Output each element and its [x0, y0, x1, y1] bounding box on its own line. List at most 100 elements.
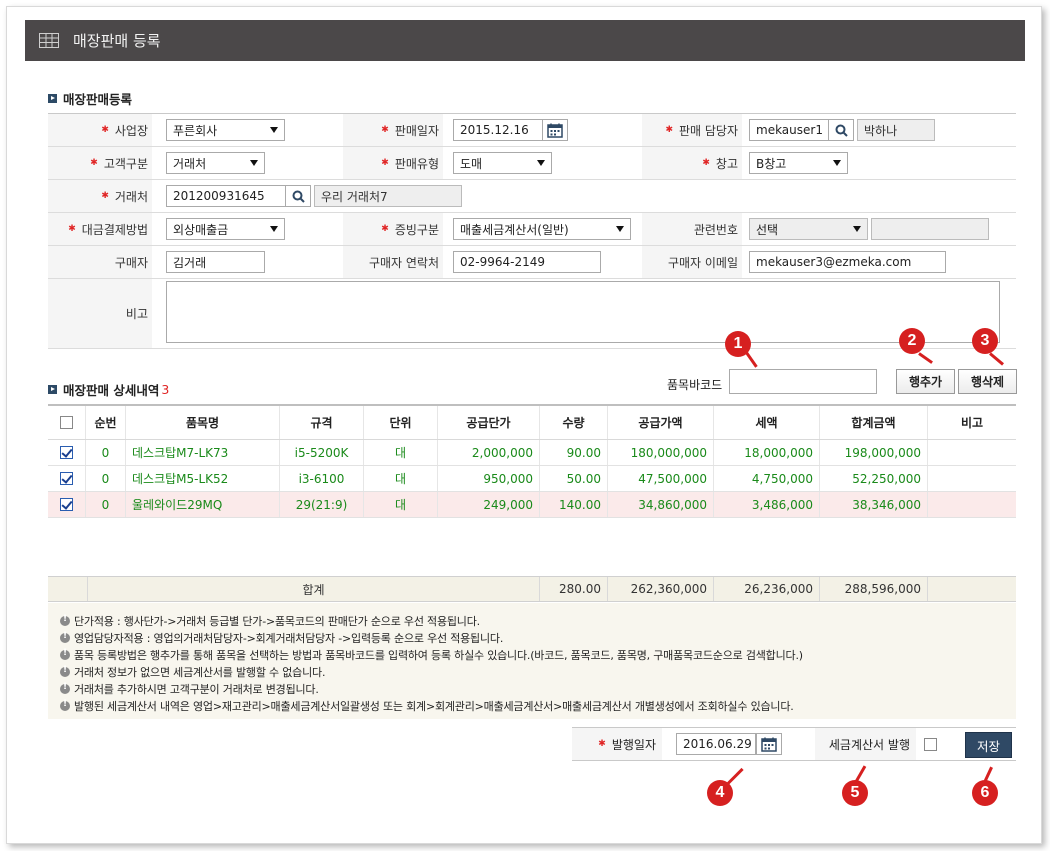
- customer-type-select[interactable]: 거래처: [166, 152, 265, 174]
- buyer-email-input[interactable]: mekauser3@ezmeka.com: [749, 251, 946, 273]
- column-header: 공급단가: [438, 406, 540, 439]
- save-button[interactable]: 저장: [965, 732, 1012, 758]
- total-amount: 38,346,000: [820, 492, 928, 517]
- chevron-down-icon: [250, 160, 258, 166]
- form-row-3: ✱ 거래처 201200931645 우리 거래처7: [48, 180, 1016, 213]
- row-memo[interactable]: [928, 492, 1016, 517]
- tax-invoice-checkbox[interactable]: [924, 738, 937, 751]
- related-value-field: [871, 218, 989, 240]
- section-title: 매장판매 상세내역: [63, 383, 160, 398]
- total-quantity: 280.00: [540, 577, 608, 601]
- table-row[interactable]: 0 데스크탑M5-LK52 i3-6100 대 950,000 50.00 47…: [48, 466, 1016, 492]
- warehouse-label: ✱ 창고: [642, 147, 742, 179]
- tax-amount: 4,750,000: [714, 466, 820, 491]
- search-icon: [292, 190, 305, 203]
- proof-select[interactable]: 매출세금계산서(일반): [453, 218, 631, 240]
- buyer-input[interactable]: 김거래: [166, 251, 265, 273]
- related-select[interactable]: 선택: [749, 218, 868, 240]
- grid-icon: [39, 33, 59, 48]
- total-amount: 52,250,000: [820, 466, 928, 491]
- sale-date-label: ✱ 판매일자: [343, 114, 443, 146]
- warehouse-select[interactable]: B창고: [749, 152, 848, 174]
- select-all-checkbox[interactable]: [60, 416, 73, 429]
- issue-bar: ✱ 발행일자 2016.06.29 세금계산서 발행: [572, 727, 1016, 761]
- client-name-field: 우리 거래처7: [314, 185, 462, 207]
- row-checkbox[interactable]: [60, 472, 73, 485]
- sale-type-select[interactable]: 도매: [453, 152, 552, 174]
- table-row[interactable]: 0 데스크탑M7-LK73 i5-5200K 대 2,000,000 90.00…: [48, 440, 1016, 466]
- form-row-4: ✱ 대금결제방법 외상매출금 ✱ 증빙구분 매출세금계산서(일반) 관련번호 선택: [48, 213, 1016, 246]
- manager-search-button[interactable]: [828, 119, 854, 141]
- note-item: 거래처를 추가하시면 고객구분이 거래처로 변경됩니다.: [60, 680, 1016, 697]
- info-icon: [60, 699, 70, 711]
- payment-label: ✱ 대금결제방법: [48, 213, 152, 245]
- grand-total: 288,596,000: [820, 577, 928, 601]
- item-unit: 대: [364, 492, 438, 517]
- callout-badge-3: 3: [972, 328, 998, 354]
- form-row-1: ✱ 사업장 푸른회사 ✱ 판매일자 2015.12.16 ✱ 판매 담당자 mekau…: [48, 114, 1016, 147]
- column-header: 순번: [86, 406, 126, 439]
- chevron-down-icon: [616, 226, 624, 232]
- row-memo[interactable]: [928, 466, 1016, 491]
- callout-badge-1: 1: [725, 331, 751, 357]
- column-header: 규격: [280, 406, 364, 439]
- note-item: 거래처 정보가 없으면 세금계산서를 발행할 수 없습니다.: [60, 663, 1016, 680]
- tax-amount: 18,000,000: [714, 440, 820, 465]
- info-icon: [60, 614, 70, 626]
- note-item: 영업담당자적용 : 영업의거래처담당자->회계거래처담당자 ->입력등록 순으로…: [60, 629, 1016, 646]
- note-item: 발행된 세금계산서 내역은 영업>재고관리>매출세금계산서일괄생성 또는 회계>…: [60, 697, 1016, 714]
- info-icon: [60, 631, 70, 643]
- section-title: 매장판매등록: [63, 92, 133, 107]
- chevron-down-icon: [537, 160, 545, 166]
- section-header-detail: 매장판매 상세내역 3: [48, 380, 169, 399]
- column-header: 비고: [960, 416, 984, 430]
- issue-date-label: ✱ 발행일자: [572, 728, 662, 760]
- row-checkbox[interactable]: [60, 498, 73, 511]
- column-header: 공급가액: [608, 406, 714, 439]
- manager-name-field: 박하나: [857, 119, 935, 141]
- callout-badge-5: 5: [842, 780, 868, 806]
- payment-select[interactable]: 외상매출금: [166, 218, 285, 240]
- buyer-email-label: 구매자 이메일: [642, 246, 742, 278]
- form-row-memo: 비고: [48, 279, 1016, 349]
- issue-date-input[interactable]: 2016.06.29: [676, 733, 756, 755]
- table-row-selected[interactable]: 0 울레와이드29MQ 29(21:9) 대 249,000 140.00 34…: [48, 492, 1016, 518]
- section-bullet-icon: [48, 385, 57, 394]
- info-icon: [60, 665, 70, 677]
- row-memo[interactable]: [928, 440, 1016, 465]
- section-header-form: 매장판매등록: [48, 89, 132, 108]
- unit-price: 2,000,000: [438, 440, 540, 465]
- row-checkbox[interactable]: [60, 446, 73, 459]
- delete-row-button[interactable]: 행삭제: [958, 369, 1017, 394]
- item-name: 데스크탑M7-LK73: [126, 440, 280, 465]
- supply-amount: 34,860,000: [608, 492, 714, 517]
- total-supply: 262,360,000: [608, 577, 714, 601]
- barcode-label: 품목바코드: [667, 378, 723, 392]
- sale-date-input[interactable]: 2015.12.16: [453, 119, 543, 141]
- supply-amount: 47,500,000: [608, 466, 714, 491]
- memo-textarea[interactable]: [166, 281, 1000, 343]
- item-unit: 대: [364, 466, 438, 491]
- chevron-down-icon: [270, 226, 278, 232]
- client-search-button[interactable]: [285, 185, 311, 207]
- note-item: 품목 등록방법은 행추가를 통해 품목을 선택하는 방법과 품목바코드를 입력하…: [60, 646, 1016, 663]
- detail-grid: 순번 품목명 규격 단위 공급단가 수량 공급가액 세액 합계금액 비고 0 데…: [48, 404, 1016, 518]
- business-select[interactable]: 푸른회사: [166, 119, 285, 141]
- select-all-cell: [48, 406, 86, 439]
- tax-invoice-label: 세금계산서 발행: [815, 728, 916, 760]
- client-code-input[interactable]: 201200931645: [166, 185, 286, 207]
- callout-badge-4: 4: [707, 780, 733, 806]
- totals-label: 합계: [88, 577, 540, 601]
- calendar-button[interactable]: [542, 119, 568, 141]
- total-amount: 198,000,000: [820, 440, 928, 465]
- manager-id-input[interactable]: mekauser1: [749, 119, 829, 141]
- issue-calendar-button[interactable]: [756, 733, 782, 755]
- buyer-phone-input[interactable]: 02-9964-2149: [453, 251, 601, 273]
- add-row-button[interactable]: 행추가: [896, 369, 955, 394]
- quantity: 90.00: [540, 440, 608, 465]
- column-header: 합계금액: [820, 406, 928, 439]
- barcode-input[interactable]: [729, 369, 877, 394]
- row-no: 0: [86, 466, 126, 491]
- tax-amount: 3,486,000: [714, 492, 820, 517]
- item-name: 울레와이드29MQ: [126, 492, 280, 517]
